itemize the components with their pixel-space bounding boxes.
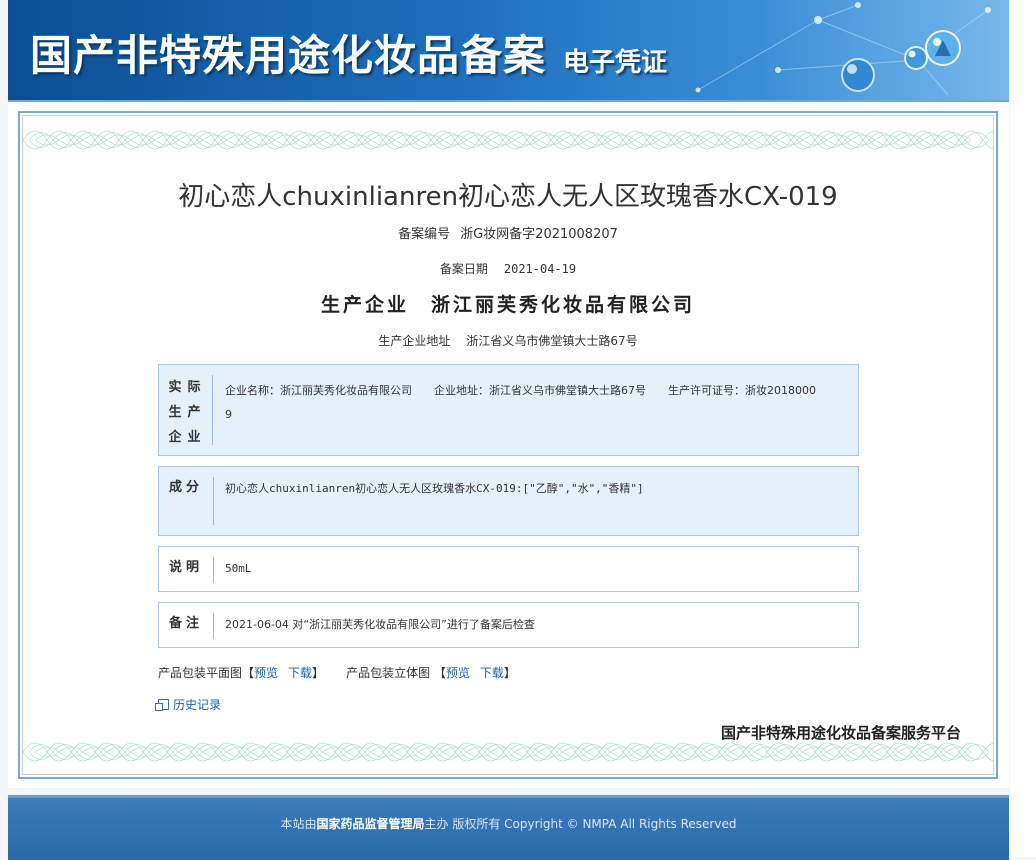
- actual-producer-box: 实际生产企业 企业名称：浙江丽芙秀化妆品有限公司 企业地址：浙江省义乌市佛堂镇大士…: [158, 364, 859, 456]
- header-title: 国产非特殊用途化妆品备案: [30, 31, 547, 80]
- header-subtitle: 电子凭证: [563, 48, 668, 78]
- manufacturer-label: 生产企业: [320, 294, 409, 316]
- manufacturer-address-line: 生产企业地址 浙江省义乌市佛堂镇大士路67号: [23, 332, 993, 349]
- registration-number: 浙G妆网备字2021008207: [460, 227, 618, 242]
- packaging-solid-download-link[interactable]: 下载: [480, 666, 504, 680]
- packaging-flat-label: 产品包装平面图【: [158, 666, 255, 680]
- ingredients-box: 成分 初心恋人chuxinlianren初心恋人无人区玫瑰香水CX-019:["…: [158, 466, 859, 536]
- actual-producer-company: 企业名称：浙江丽芙秀化妆品有限公司: [225, 384, 412, 397]
- registration-label: 备案编号: [398, 227, 451, 242]
- packaging-solid-label: 产品包装立体图 【: [346, 666, 446, 680]
- guilloche-border-top-icon: [23, 130, 993, 150]
- footer-agency: 国家药品监督管理局: [316, 817, 425, 831]
- registration-number-line: 备案编号 浙G妆网备字2021008207: [23, 223, 993, 242]
- packaging-links-line: 产品包装平面图【预览 下载】 产品包装立体图 【预览 下载】: [158, 664, 516, 681]
- page-wrapper: 国产非特殊用途化妆品备案 电子凭证 初心恋人chuxinlianren初心恋人无…: [8, 0, 1009, 860]
- remarks-label: 备注: [159, 613, 214, 639]
- manufacturer-line: 生产企业 浙江丽芙秀化妆品有限公司: [23, 290, 993, 317]
- history-label[interactable]: 历史记录: [173, 698, 221, 712]
- packaging-solid-preview-link[interactable]: 预览: [446, 666, 470, 680]
- certificate-body: 初心恋人chuxinlianren初心恋人无人区玫瑰香水CX-019 备案编号浙…: [22, 115, 994, 775]
- footer: 本站由国家药品监督管理局主办 版权所有 Copyright © NMPA All…: [8, 795, 1009, 860]
- footer-suffix: 主办 版权所有 Copyright © NMPA All Rights Rese…: [424, 817, 737, 831]
- certificate-frame: 初心恋人chuxinlianren初心恋人无人区玫瑰香水CX-019 备案编号浙…: [18, 111, 998, 779]
- actual-producer-label: 实际生产企业: [159, 375, 213, 445]
- packaging-solid-close: 】: [503, 666, 516, 680]
- actual-producer-address: 企业地址：浙江省义乌市佛堂镇大士路67号: [434, 384, 646, 397]
- description-box: 说明 50mL: [158, 546, 859, 592]
- registration-date-value: 2021-04-19: [503, 262, 577, 276]
- remarks-text: 2021-06-04 对“浙江丽芙秀化妆品有限公司”进行了备案后检查: [225, 618, 535, 631]
- history-link[interactable]: 历史记录: [155, 696, 221, 713]
- actual-producer-details: 企业名称：浙江丽芙秀化妆品有限公司 企业地址：浙江省义乌市佛堂镇大士路67号 生产许…: [225, 379, 818, 427]
- footer-copyright: 本站由国家药品监督管理局主办 版权所有 Copyright © NMPA All…: [8, 815, 1009, 832]
- manufacturer-address-value: 浙江省义乌市佛堂镇大士路67号: [466, 334, 638, 348]
- manufacturer-address-label: 生产企业地址: [378, 334, 451, 348]
- packaging-flat-close: 】: [312, 666, 325, 680]
- registration-date-label: 备案日期: [439, 262, 488, 276]
- manufacturer-name: 浙江丽芙秀化妆品有限公司: [431, 294, 696, 316]
- page-right-margin: [1010, 0, 1036, 857]
- footer-prefix: 本站由: [280, 817, 317, 831]
- remarks-box: 备注 2021-06-04 对“浙江丽芙秀化妆品有限公司”进行了备案后检查: [158, 602, 859, 648]
- certificate-panel: 初心恋人chuxinlianren初心恋人无人区玫瑰香水CX-019 备案编号浙…: [8, 100, 1009, 788]
- ingredients-label: 成分: [159, 477, 214, 525]
- molecule-decoration-icon: [695, 2, 991, 96]
- description-label: 说明: [159, 557, 214, 583]
- description-text: 50mL: [225, 562, 252, 575]
- ingredients-text: 初心恋人chuxinlianren初心恋人无人区玫瑰香水CX-019:["乙醇"…: [225, 482, 644, 495]
- packaging-flat-download-link[interactable]: 下载: [288, 666, 312, 680]
- header-banner: 国产非特殊用途化妆品备案 电子凭证: [8, 0, 1009, 100]
- packaging-flat-preview-link[interactable]: 预览: [254, 666, 278, 680]
- guilloche-border-bottom-icon: [23, 742, 993, 762]
- registration-date-line: 备案日期 2021-04-19: [23, 260, 993, 277]
- product-name: 初心恋人chuxinlianren初心恋人无人区玫瑰香水CX-019: [178, 182, 838, 212]
- window-restore-icon: [155, 699, 169, 711]
